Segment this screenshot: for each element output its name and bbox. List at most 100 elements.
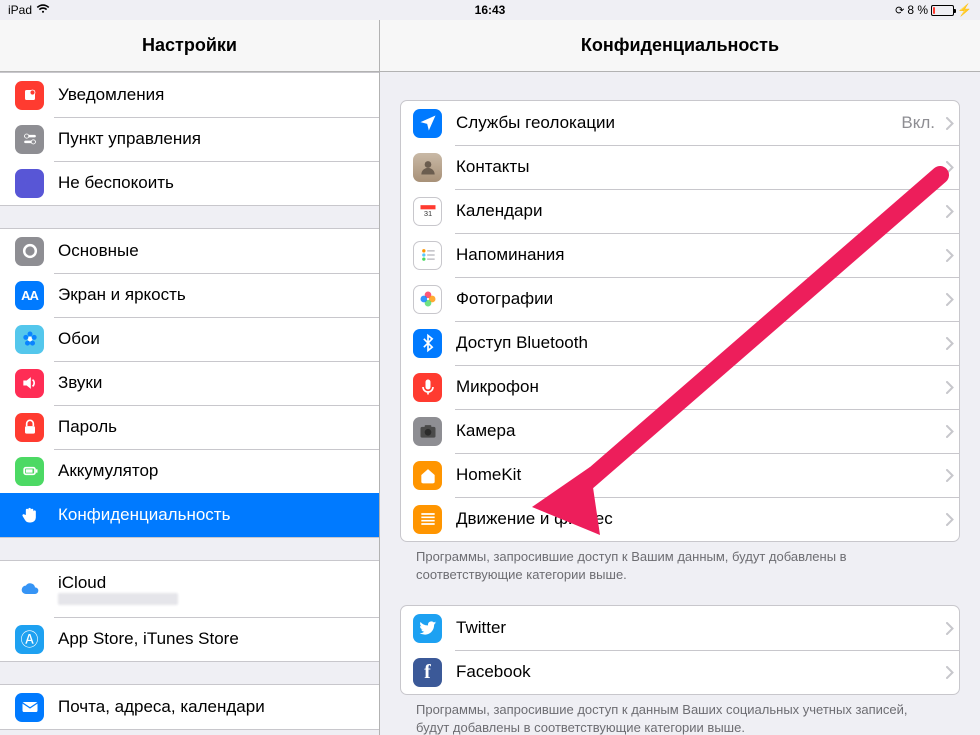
row-calendars[interactable]: 31 Календари: [401, 189, 959, 233]
battery-icon: [931, 5, 954, 16]
row-label: Facebook: [456, 662, 941, 682]
battery-icon: [15, 457, 44, 486]
row-label: HomeKit: [456, 465, 941, 485]
row-display[interactable]: AAЭкран и яркость: [0, 273, 379, 317]
toggles-icon: [15, 125, 44, 154]
detail-title: Конфиденциальность: [581, 35, 779, 56]
battery-percent: 8 %: [907, 3, 928, 17]
row-motion[interactable]: Движение и фитнес: [401, 497, 959, 541]
row-label: Камера: [456, 421, 941, 441]
camera-icon: [413, 417, 442, 446]
sidebar-header: Настройки: [0, 20, 379, 72]
chevron-right-icon: [941, 161, 959, 174]
row-label: Экран и яркость: [58, 285, 379, 305]
chevron-right-icon: [941, 249, 959, 262]
chevron-right-icon: [941, 425, 959, 438]
detail-scroll[interactable]: Службы геолокацииВкл. Контакты 31 Календари…: [380, 72, 980, 735]
row-control-center[interactable]: Пункт управления: [0, 117, 379, 161]
cloud-icon: [15, 575, 44, 604]
row-value: Вкл.: [901, 113, 935, 133]
sidebar-scroll[interactable]: Уведомления Пункт управления Не беспокоить…: [0, 72, 379, 735]
lock-icon: [15, 413, 44, 442]
row-location[interactable]: Службы геолокацииВкл.: [401, 101, 959, 145]
row-passcode[interactable]: Пароль: [0, 405, 379, 449]
row-label: Движение и фитнес: [456, 509, 941, 529]
chevron-right-icon: [941, 513, 959, 526]
photos-icon: [413, 285, 442, 314]
row-reminders[interactable]: Напоминания: [401, 233, 959, 277]
row-label: Почта, адреса, календари: [58, 697, 379, 717]
chevron-right-icon: [941, 622, 959, 635]
wifi-icon: [36, 3, 50, 17]
row-label: iCloud: [58, 573, 379, 593]
device-label: iPad: [8, 3, 32, 17]
row-facebook[interactable]: f Facebook: [401, 650, 959, 694]
detail-header: Конфиденциальность: [380, 20, 980, 72]
home-icon: [413, 461, 442, 490]
location-icon: [413, 109, 442, 138]
row-microphone[interactable]: Микрофон: [401, 365, 959, 409]
row-label: Twitter: [456, 618, 941, 638]
row-camera[interactable]: Камера: [401, 409, 959, 453]
chevron-right-icon: [941, 117, 959, 130]
row-twitter[interactable]: Twitter: [401, 606, 959, 650]
row-label: Конфиденциальность: [58, 505, 379, 525]
sidebar-title: Настройки: [142, 35, 237, 56]
row-stores[interactable]: Ⓐ App Store, iTunes Store: [0, 617, 379, 661]
row-label: Фотографии: [456, 289, 941, 309]
row-privacy[interactable]: Конфиденциальность: [0, 493, 379, 537]
row-icloud[interactable]: iCloud: [0, 561, 379, 617]
icloud-account-blurred: [58, 593, 178, 605]
charging-icon: ⚡: [957, 3, 972, 17]
row-label: Пароль: [58, 417, 379, 437]
row-sounds[interactable]: Звуки: [0, 361, 379, 405]
reminders-icon: [413, 241, 442, 270]
flower-icon: [15, 325, 44, 354]
row-label: Напоминания: [456, 245, 941, 265]
mail-icon: [15, 693, 44, 722]
row-label: Пункт управления: [58, 129, 379, 149]
row-photos[interactable]: Фотографии: [401, 277, 959, 321]
row-homekit[interactable]: HomeKit: [401, 453, 959, 497]
row-bluetooth[interactable]: Доступ Bluetooth: [401, 321, 959, 365]
bell-icon: [15, 81, 44, 110]
row-contacts[interactable]: Контакты: [401, 145, 959, 189]
orientation-lock-icon: ⟳: [895, 4, 904, 17]
moon-icon: [15, 169, 44, 198]
facebook-icon: f: [413, 658, 442, 687]
row-wallpaper[interactable]: Обои: [0, 317, 379, 361]
row-battery[interactable]: Аккумулятор: [0, 449, 379, 493]
row-label: Обои: [58, 329, 379, 349]
row-label: Календари: [456, 201, 941, 221]
row-label: App Store, iTunes Store: [58, 629, 379, 649]
mic-icon: [413, 373, 442, 402]
status-bar: iPad 16:43 ⟳ 8 % ⚡: [0, 0, 980, 20]
chevron-right-icon: [941, 666, 959, 679]
row-mail[interactable]: Почта, адреса, календари: [0, 685, 379, 729]
row-label: Доступ Bluetooth: [456, 333, 941, 353]
detail-pane: Конфиденциальность Службы геолокацииВкл.…: [380, 20, 980, 735]
calendar-icon: 31: [413, 197, 442, 226]
chevron-right-icon: [941, 337, 959, 350]
row-label: Контакты: [456, 157, 941, 177]
group-footer: Программы, запросившие доступ к данным В…: [400, 695, 960, 735]
motion-icon: [413, 505, 442, 534]
row-general[interactable]: Основные: [0, 229, 379, 273]
row-label: Микрофон: [456, 377, 941, 397]
bluetooth-icon: [413, 329, 442, 358]
gear-icon: [15, 237, 44, 266]
row-dnd[interactable]: Не беспокоить: [0, 161, 379, 205]
row-label: Уведомления: [58, 85, 379, 105]
chevron-right-icon: [941, 205, 959, 218]
chevron-right-icon: [941, 293, 959, 306]
row-notifications[interactable]: Уведомления: [0, 73, 379, 117]
row-label: Основные: [58, 241, 379, 261]
row-label: Не беспокоить: [58, 173, 379, 193]
settings-sidebar: Настройки Уведомления Пункт управления Не …: [0, 20, 380, 735]
appstore-icon: Ⓐ: [15, 625, 44, 654]
contacts-icon: [413, 153, 442, 182]
row-label: Аккумулятор: [58, 461, 379, 481]
twitter-icon: [413, 614, 442, 643]
group-footer: Программы, запросившие доступ к Вашим да…: [400, 542, 960, 583]
chevron-right-icon: [941, 469, 959, 482]
